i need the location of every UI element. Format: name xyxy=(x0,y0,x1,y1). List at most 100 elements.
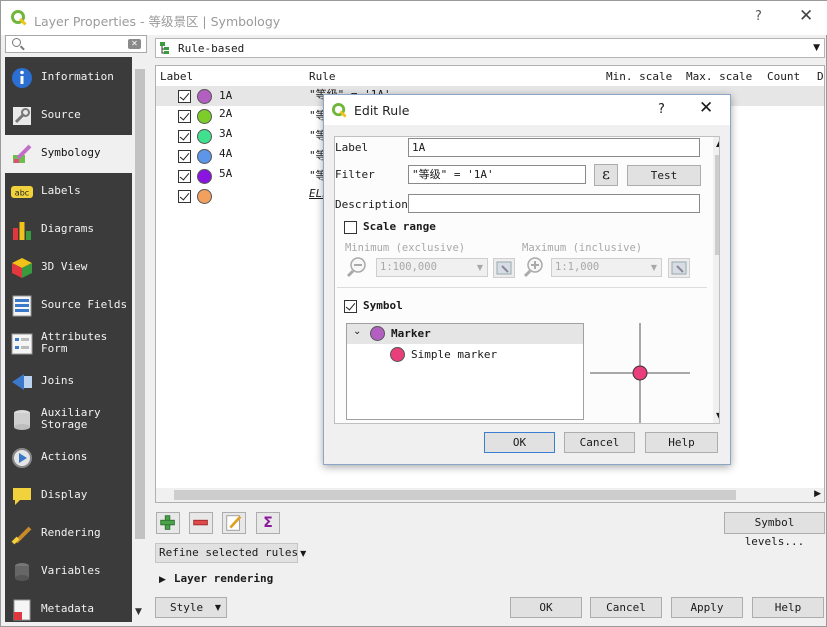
dialog-ok-button[interactable]: OK xyxy=(484,432,555,453)
edit-rule-button[interactable] xyxy=(222,512,246,534)
help-button[interactable]: Help xyxy=(752,597,824,618)
layer-rendering-section[interactable]: ▶ Layer rendering xyxy=(159,572,273,585)
symbol-checkbox[interactable] xyxy=(344,300,357,313)
sidebar-item-labels[interactable]: abc Labels xyxy=(5,173,132,211)
rules-table-hscrollbar[interactable]: ▶ xyxy=(156,488,824,502)
section-divider xyxy=(337,287,707,288)
scale-range-label: Scale range xyxy=(363,220,436,233)
refine-rules-button[interactable]: Refine selected rules ▼ xyxy=(155,543,306,563)
edit-rule-dialog: Edit Rule ? ✕ Label 1A Filter "等级" = '1A… xyxy=(323,94,731,465)
maximum-current-scale-button[interactable] xyxy=(668,258,690,278)
symbol-levels-button[interactable]: Symbol levels... xyxy=(724,512,825,548)
sidebar-item-diagrams[interactable]: Diagrams xyxy=(5,211,132,249)
symbol-tree-child-row[interactable]: Simple marker xyxy=(347,346,583,366)
form-icon xyxy=(11,333,33,355)
maximum-scale-value: 1:1,000 xyxy=(555,261,600,273)
dialog-help-button[interactable]: ? xyxy=(658,102,665,117)
sidebar-item-3d-view[interactable]: 3D View xyxy=(5,249,132,287)
column-header-rule[interactable]: Rule xyxy=(309,70,336,83)
dialog-scroll-thumb[interactable] xyxy=(715,155,719,255)
clear-search-icon[interactable]: ✕ xyxy=(128,39,141,49)
renderer-select[interactable]: Rule-based ▼ xyxy=(155,38,825,58)
rule-checkbox[interactable] xyxy=(178,130,191,143)
rule-checkbox[interactable] xyxy=(178,110,191,123)
remove-rule-button[interactable] xyxy=(189,512,213,534)
marker-swatch xyxy=(370,326,385,341)
dialog-vscrollbar[interactable]: ▲ ▼ xyxy=(713,137,719,423)
sidebar-item-display[interactable]: Display xyxy=(5,477,132,515)
symbol-layer-tree[interactable]: ⌄ Marker Simple marker xyxy=(346,323,584,420)
sidebar-item-label: Joins xyxy=(41,374,75,387)
scroll-up-icon[interactable]: ▲ xyxy=(716,139,719,148)
chevron-down-icon: ▼ xyxy=(300,549,307,558)
apply-button[interactable]: Apply xyxy=(671,597,743,618)
count-features-button[interactable]: Σ xyxy=(256,512,280,534)
expression-builder-button[interactable]: ε xyxy=(594,164,618,186)
sidebar-item-attributes-form[interactable]: Attributes Form xyxy=(5,325,132,363)
joins-icon xyxy=(12,374,32,390)
maximum-scale-select[interactable]: 1:1,000 ▼ xyxy=(551,258,662,277)
sidebar-scrollbar[interactable]: ▼ xyxy=(132,57,149,622)
description-caption: Description xyxy=(335,198,408,211)
sidebar-item-source-fields[interactable]: Source Fields xyxy=(5,287,132,325)
sidebar-item-source[interactable]: Source xyxy=(5,97,132,135)
window-close-button[interactable]: ✕ xyxy=(799,6,813,26)
scroll-down-icon[interactable]: ▼ xyxy=(716,411,719,420)
description-field[interactable] xyxy=(408,194,700,213)
sidebar-item-auxiliary-storage[interactable]: Auxiliary Storage xyxy=(5,401,132,439)
column-header-label[interactable]: Label xyxy=(160,70,193,83)
sidebar-item-information[interactable]: Information xyxy=(5,59,132,97)
dialog-help-button[interactable]: Help xyxy=(645,432,718,453)
zoom-out-icon xyxy=(346,257,366,278)
minimum-scale-select[interactable]: 1:100,000 ▼ xyxy=(376,258,488,277)
scroll-right-icon[interactable]: ▶ xyxy=(814,489,821,499)
sidebar-item-actions[interactable]: Actions xyxy=(5,439,132,477)
remove-rule-icon xyxy=(193,519,208,526)
dialog-close-button[interactable]: ✕ xyxy=(699,98,713,118)
column-header-min-scale[interactable]: Min. scale xyxy=(606,70,672,83)
fields-icon xyxy=(12,295,32,317)
sidebar-scroll-thumb[interactable] xyxy=(135,69,145,539)
window-help-button[interactable]: ? xyxy=(755,9,762,24)
symbol-swatch xyxy=(197,189,212,204)
scroll-down-icon[interactable]: ▼ xyxy=(135,607,142,617)
actions-icon xyxy=(12,448,32,468)
sidebar-item-metadata[interactable]: Metadata xyxy=(5,591,132,622)
paintbrush-icon xyxy=(13,144,32,163)
rule-label: 5A xyxy=(219,167,233,180)
scale-range-checkbox[interactable] xyxy=(344,221,357,234)
column-header-count[interactable]: Count xyxy=(767,70,800,83)
hscroll-thumb[interactable] xyxy=(174,490,736,500)
sidebar-item-joins[interactable]: Joins xyxy=(5,363,132,401)
sidebar-item-variables[interactable]: Variables xyxy=(5,553,132,591)
filter-caption: Filter xyxy=(335,168,375,181)
column-header-max-scale[interactable]: Max. scale xyxy=(686,70,752,83)
rule-checkbox[interactable] xyxy=(178,170,191,183)
ok-button[interactable]: OK xyxy=(510,597,582,618)
rule-checkbox[interactable] xyxy=(178,90,191,103)
search-input[interactable]: ✕ xyxy=(5,35,147,53)
column-header-duplicate[interactable]: Du xyxy=(817,70,824,83)
filter-field[interactable]: "等级" = '1A' xyxy=(408,165,586,184)
sidebar-item-rendering[interactable]: Rendering xyxy=(5,515,132,553)
style-menu-button[interactable]: Style ▼ xyxy=(155,597,227,618)
add-rule-button[interactable] xyxy=(156,512,180,534)
cancel-button[interactable]: Cancel xyxy=(590,597,662,618)
symbol-label: Symbol xyxy=(363,299,403,312)
rule-checkbox[interactable] xyxy=(178,150,191,163)
symbol-tree-root-row[interactable]: ⌄ Marker xyxy=(347,324,583,344)
minimum-current-scale-button[interactable] xyxy=(493,258,515,278)
dialog-cancel-button[interactable]: Cancel xyxy=(564,432,635,453)
test-button[interactable]: Test xyxy=(627,165,701,186)
maximum-caption: Maximum (inclusive) xyxy=(522,242,643,254)
edit-rule-icon xyxy=(226,515,242,531)
collapse-arrow-icon[interactable]: ⌄ xyxy=(353,326,361,337)
rule-checkbox[interactable] xyxy=(178,190,191,203)
sidebar-item-symbology[interactable]: Symbology xyxy=(5,135,132,173)
sidebar-item-label: Actions xyxy=(41,450,88,463)
label-field[interactable]: 1A xyxy=(408,138,700,157)
minimum-caption: Minimum (exclusive) xyxy=(345,242,466,254)
diagram-icon xyxy=(13,222,31,240)
sidebar-item-label: 3D View xyxy=(41,260,88,273)
brush-icon xyxy=(11,526,32,545)
